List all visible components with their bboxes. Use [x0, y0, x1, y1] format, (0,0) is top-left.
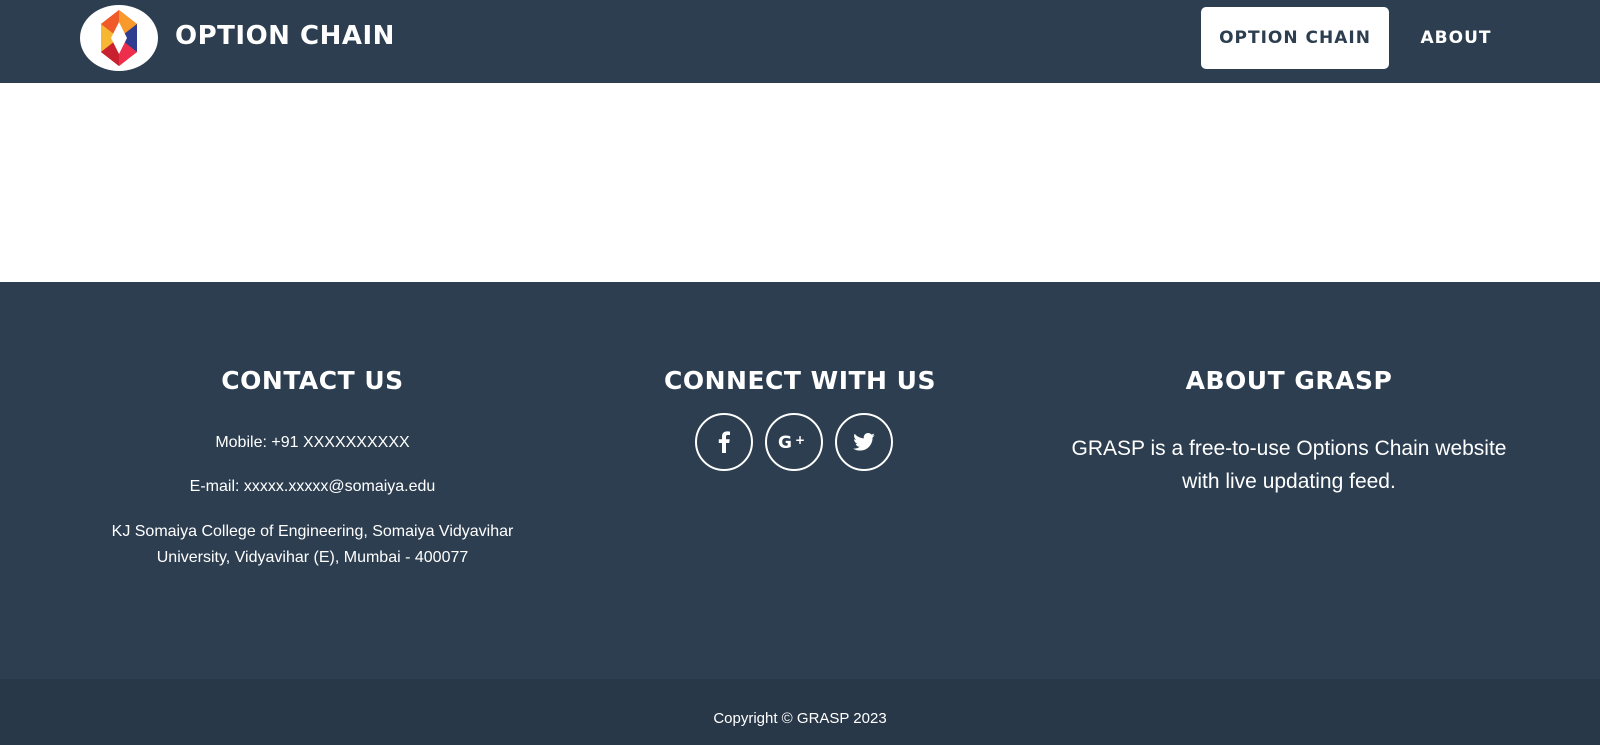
- google-plus-icon[interactable]: G +: [765, 413, 823, 471]
- copyright-bar: Copyright © GRASP 2023: [0, 679, 1600, 745]
- footer: CONTACT US Mobile: +91 XXXXXXXXXX E-mail…: [0, 282, 1600, 679]
- about-heading: ABOUT GRASP: [1185, 366, 1393, 395]
- copyright-text: Copyright © GRASP 2023: [713, 710, 887, 727]
- svg-text:G: G: [778, 433, 792, 452]
- connect-heading: CONNECT WITH US: [664, 366, 936, 395]
- contact-heading: CONTACT US: [221, 366, 404, 395]
- navbar: OPTION CHAIN OPTION CHAIN ABOUT: [0, 0, 1600, 83]
- svg-text:+: +: [795, 433, 805, 447]
- nav-item-option-chain[interactable]: OPTION CHAIN: [1201, 7, 1389, 69]
- nav-item-about[interactable]: ABOUT: [1401, 7, 1511, 69]
- about-text: GRASP is a free-to-use Options Chain web…: [1071, 437, 1507, 493]
- navbar-brand[interactable]: OPTION CHAIN: [175, 21, 395, 51]
- twitter-icon[interactable]: [835, 413, 893, 471]
- contact-email: E-mail: xxxxx.xxxxx@somaiya.edu: [189, 478, 436, 495]
- contact-mobile: Mobile: +91 XXXXXXXXXX: [215, 434, 410, 451]
- facebook-icon[interactable]: [695, 413, 753, 471]
- grasp-logo-icon[interactable]: [80, 5, 158, 71]
- contact-address: KJ Somaiya College of Engineering, Somai…: [111, 523, 514, 566]
